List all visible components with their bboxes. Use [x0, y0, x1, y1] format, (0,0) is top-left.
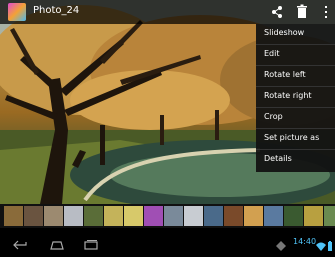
gallery-screen: Photo_24 Slideshow Edit Rotate left Rota… [0, 0, 335, 257]
menu-item-label: Edit [264, 49, 280, 58]
filmstrip-thumb[interactable] [184, 206, 203, 226]
recent-apps-icon[interactable] [82, 236, 100, 250]
menu-item-details[interactable]: Details [256, 150, 335, 170]
menu-item-label: Details [264, 154, 292, 163]
filmstrip-thumb[interactable] [224, 206, 243, 226]
filmstrip-thumb[interactable] [124, 206, 143, 226]
filmstrip-thumb[interactable] [4, 206, 23, 226]
menu-item-label: Rotate right [264, 91, 312, 100]
share-icon[interactable] [270, 4, 284, 20]
filmstrip-thumb[interactable] [44, 206, 63, 226]
filmstrip-thumb[interactable] [104, 206, 123, 226]
menu-item-rotate-right[interactable]: Rotate right [256, 87, 335, 108]
filmstrip-thumb[interactable] [244, 206, 263, 226]
filmstrip-thumb[interactable] [164, 206, 183, 226]
filmstrip[interactable] [0, 204, 335, 228]
sync-icon [276, 236, 286, 251]
home-icon[interactable] [48, 236, 66, 250]
wifi-icon [316, 236, 326, 251]
filmstrip-thumb[interactable] [64, 206, 83, 226]
menu-item-set-picture-as[interactable]: Set picture as [256, 129, 335, 150]
delete-icon[interactable] [295, 4, 309, 20]
clock: 14:40 [293, 237, 317, 246]
filmstrip-thumb[interactable] [264, 206, 283, 226]
filmstrip-thumb[interactable] [144, 206, 163, 226]
menu-item-label: Set picture as [264, 133, 320, 142]
overflow-menu: Slideshow Edit Rotate left Rotate right … [256, 24, 335, 172]
filmstrip-thumb[interactable] [284, 206, 303, 226]
menu-item-rotate-left[interactable]: Rotate left [256, 66, 335, 87]
filmstrip-thumb[interactable] [324, 206, 335, 226]
filmstrip-thumb[interactable] [204, 206, 223, 226]
gallery-app-icon[interactable] [8, 3, 26, 21]
back-icon[interactable] [12, 236, 30, 250]
menu-item-slideshow[interactable]: Slideshow [256, 24, 335, 45]
filmstrip-thumb[interactable] [84, 206, 103, 226]
menu-item-edit[interactable]: Edit [256, 45, 335, 66]
photo-title: Photo_24 [33, 5, 80, 16]
filmstrip-thumb[interactable] [304, 206, 323, 226]
action-bar: Photo_24 [0, 0, 335, 24]
menu-item-label: Crop [264, 112, 283, 121]
menu-item-label: Rotate left [264, 70, 306, 79]
navigation-bar: 14:40 [0, 228, 335, 257]
battery-icon [327, 236, 333, 251]
overflow-menu-icon[interactable] [322, 4, 330, 20]
filmstrip-thumb[interactable] [24, 206, 43, 226]
menu-item-crop[interactable]: Crop [256, 108, 335, 129]
menu-item-label: Slideshow [264, 28, 305, 37]
